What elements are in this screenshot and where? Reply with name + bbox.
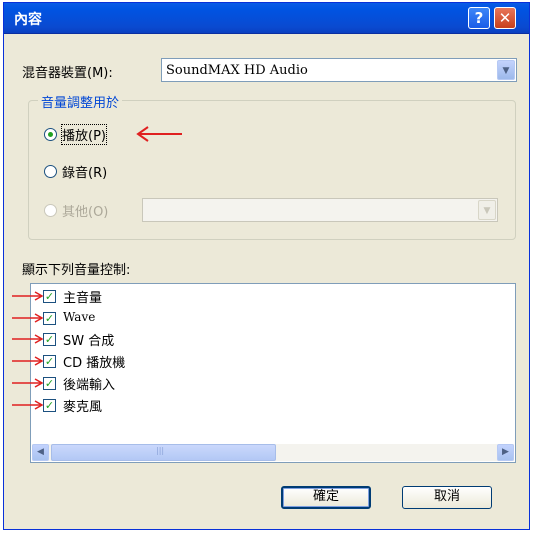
help-button[interactable]: ?: [468, 7, 490, 29]
radio-playback[interactable]: [44, 128, 57, 141]
ok-button[interactable]: 確定: [281, 486, 371, 509]
cancel-button[interactable]: 取消: [402, 486, 492, 509]
checkbox-line-in[interactable]: ✓: [43, 377, 56, 390]
title-bar[interactable]: 內容 ? ✕: [4, 3, 529, 34]
other-device-dropdown[interactable]: ▼: [142, 198, 498, 222]
checkbox-microphone[interactable]: ✓: [43, 399, 56, 412]
checkbox-master-volume[interactable]: ✓: [43, 290, 56, 303]
close-button[interactable]: ✕: [494, 7, 516, 29]
radio-playback-label[interactable]: 播放(P): [61, 124, 107, 145]
scroll-left-icon[interactable]: ◀: [32, 444, 49, 461]
scroll-right-icon[interactable]: ▶: [497, 444, 514, 461]
annotation-arrow-icon: [136, 126, 182, 142]
checkbox-wave[interactable]: ✓: [43, 312, 56, 325]
checkbox-cd-player[interactable]: ✓: [43, 355, 56, 368]
list-item[interactable]: Wave: [63, 310, 95, 324]
list-item[interactable]: 後端輸入: [63, 374, 115, 393]
list-item[interactable]: SW 合成: [63, 330, 114, 349]
mixer-label: 混音器裝置(M):: [22, 66, 113, 81]
radio-other-label[interactable]: 其他(O): [62, 201, 108, 220]
controls-listbox[interactable]: ◀ ▶: [30, 283, 516, 463]
annotation-arrows-icon: [12, 291, 44, 410]
chevron-down-icon[interactable]: ▼: [478, 200, 496, 220]
volume-group-label: 音量調整用於: [38, 92, 123, 111]
radio-other[interactable]: [44, 204, 57, 217]
radio-recording[interactable]: [44, 165, 57, 178]
chevron-down-icon[interactable]: ▼: [497, 60, 515, 80]
list-item[interactable]: 主音量: [63, 287, 102, 306]
horizontal-scrollbar[interactable]: ◀ ▶: [32, 444, 514, 461]
mixer-dropdown[interactable]: SoundMAX HD Audio ▼: [161, 58, 517, 82]
list-item[interactable]: 麥克風: [63, 396, 102, 415]
checkbox-sw-synth[interactable]: ✓: [43, 333, 56, 346]
radio-recording-label[interactable]: 錄音(R): [62, 162, 107, 181]
mixer-value: SoundMAX HD Audio: [166, 63, 308, 78]
controls-label: 顯示下列音量控制:: [22, 263, 131, 278]
scrollbar-thumb[interactable]: [51, 444, 276, 461]
list-item[interactable]: CD 播放機: [63, 352, 125, 371]
window-title: 內容: [14, 12, 42, 28]
